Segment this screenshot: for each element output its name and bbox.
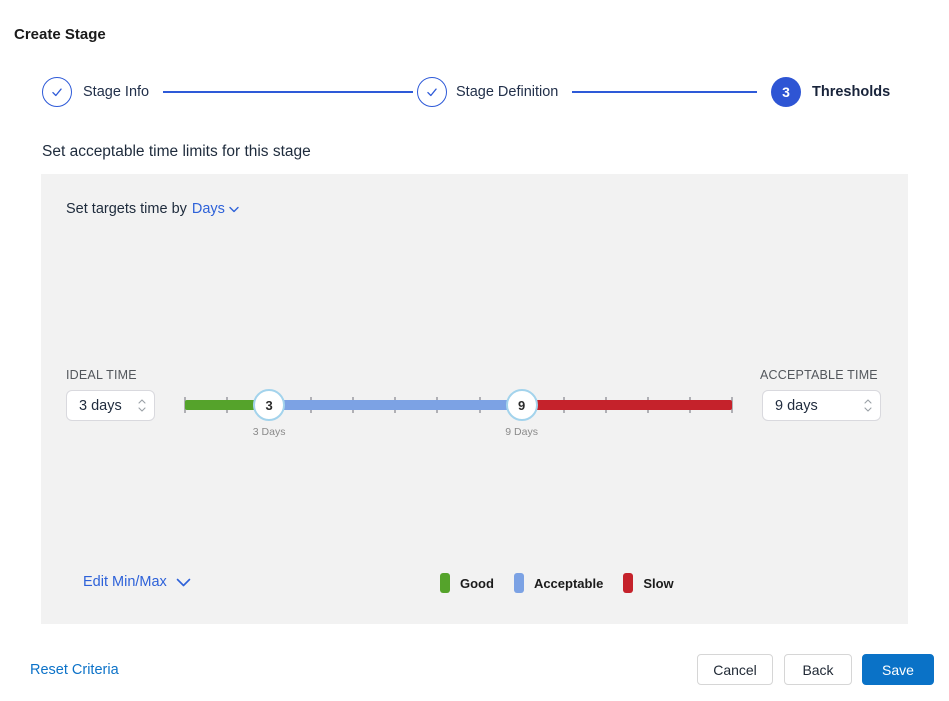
targets-unit-dropdown[interactable]: Days <box>192 201 239 217</box>
acceptable-time-input[interactable] <box>763 398 856 414</box>
targets-unit-value: Days <box>192 201 225 217</box>
reset-criteria-link[interactable]: Reset Criteria <box>30 662 119 678</box>
step-stage-definition-label[interactable]: Stage Definition <box>456 84 558 100</box>
legend-item-slow: Slow <box>623 573 673 593</box>
ideal-handle-day-label: 3 Days <box>253 426 286 438</box>
step-thresholds-badge[interactable]: 3 <box>771 77 801 107</box>
check-icon <box>50 85 64 99</box>
stepper-connector <box>572 91 757 93</box>
section-heading: Set acceptable time limits for this stag… <box>42 143 311 161</box>
chevron-up-icon <box>138 399 146 404</box>
stepper: Stage Info Stage Definition 3 Thresholds <box>0 76 949 108</box>
step-stage-info-label[interactable]: Stage Info <box>83 84 149 100</box>
targets-row: Set targets time by Days <box>66 201 239 217</box>
cancel-button[interactable]: Cancel <box>697 654 773 685</box>
chevron-down-icon <box>138 407 146 412</box>
page-title: Create Stage <box>14 26 106 43</box>
acceptable-time-field <box>762 390 881 421</box>
check-icon <box>425 85 439 99</box>
create-stage-dialog: Create Stage Stage Info Stage Definition… <box>0 0 949 701</box>
acceptable-handle[interactable]: 9 <box>506 389 538 421</box>
ideal-handle[interactable]: 3 <box>253 389 285 421</box>
chevron-down-icon <box>176 578 191 587</box>
legend-label: Slow <box>643 576 673 591</box>
legend-label: Good <box>460 576 494 591</box>
step-thresholds-label[interactable]: Thresholds <box>812 84 890 100</box>
legend-swatch <box>440 573 450 593</box>
targets-label: Set targets time by <box>66 201 187 217</box>
legend-item-good: Good <box>440 573 494 593</box>
thresholds-panel: Set targets time by Days IDEAL TIME 3 3 D… <box>41 174 908 624</box>
chevron-up-icon <box>864 399 872 404</box>
legend-swatch <box>623 573 633 593</box>
ideal-time-label: IDEAL TIME <box>66 368 137 382</box>
edit-minmax-label: Edit Min/Max <box>83 574 167 590</box>
ideal-time-stepper[interactable] <box>130 391 154 420</box>
ideal-time-field <box>66 390 155 421</box>
step-stage-info-icon[interactable] <box>42 77 72 107</box>
legend-swatch <box>514 573 524 593</box>
legend: Good Acceptable Slow <box>440 573 674 593</box>
acceptable-time-label: ACCEPTABLE TIME <box>760 368 878 382</box>
acceptable-handle-day-label: 9 Days <box>505 426 538 438</box>
threshold-slider: 3 3 Days 9 9 Days <box>185 390 732 452</box>
stepper-connector <box>163 91 413 93</box>
chevron-down-icon <box>229 206 239 213</box>
legend-label: Acceptable <box>534 576 603 591</box>
edit-minmax-link[interactable]: Edit Min/Max <box>83 574 191 590</box>
slider-segment-slow <box>522 400 732 410</box>
ideal-time-input[interactable] <box>67 398 130 414</box>
acceptable-time-stepper[interactable] <box>856 391 880 420</box>
save-button[interactable]: Save <box>862 654 934 685</box>
back-button[interactable]: Back <box>784 654 852 685</box>
legend-item-acceptable: Acceptable <box>514 573 603 593</box>
chevron-down-icon <box>864 407 872 412</box>
slider-segment-acceptable <box>269 400 521 410</box>
step-stage-definition-icon[interactable] <box>417 77 447 107</box>
